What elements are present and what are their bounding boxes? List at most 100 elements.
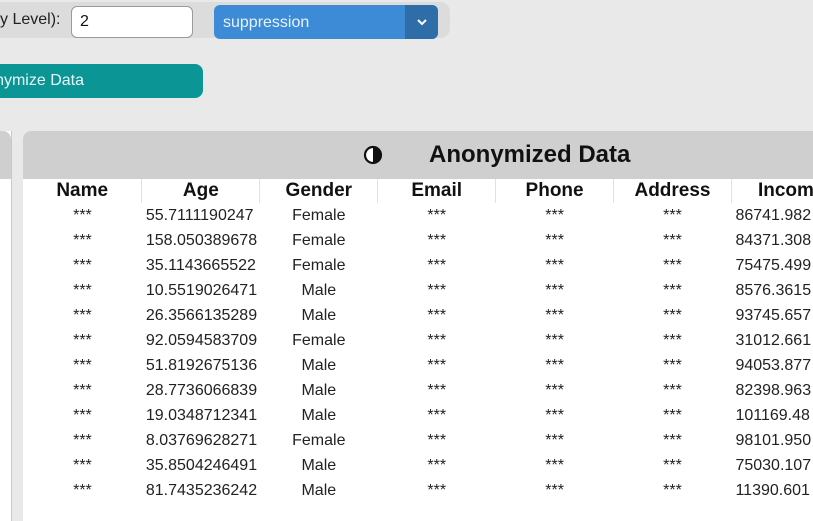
- column-header-phone[interactable]: Phone: [495, 179, 615, 203]
- phone-cell: ***: [545, 206, 564, 224]
- name-cell: ***: [73, 331, 92, 349]
- email-cell: ***: [427, 356, 447, 374]
- panel-title: Anonymized Data: [429, 141, 631, 168]
- name-cell: ***: [73, 306, 92, 324]
- gender-cell: Male: [301, 381, 337, 399]
- name-cell: ***: [73, 381, 92, 399]
- gender-cell: Male: [301, 456, 337, 474]
- column-header-age[interactable]: Age: [141, 179, 261, 203]
- column-header-address[interactable]: Address: [613, 179, 732, 203]
- table-row: *** 158.050389678 Female *** *** *** 843…: [23, 228, 813, 253]
- table-header-row: Name Age Gender Email Phone Address Inco…: [23, 179, 813, 203]
- gender-cell: Male: [301, 356, 337, 374]
- address-cell: ***: [663, 456, 682, 474]
- data-table-area: Name Age Gender Email Phone Address Inco…: [23, 179, 813, 503]
- table-row: *** 35.8504246491 Male *** *** *** 75030…: [23, 453, 813, 478]
- address-cell: ***: [663, 406, 682, 424]
- name-cell: ***: [73, 406, 92, 424]
- phone-cell: ***: [545, 256, 564, 274]
- gender-cell: Female: [292, 256, 346, 274]
- income-cell: 93745.657: [735, 306, 812, 324]
- chevron-down-icon[interactable]: [405, 5, 438, 39]
- name-cell: ***: [73, 206, 92, 224]
- table-row: *** 35.1143665522 Female *** *** *** 754…: [23, 253, 813, 278]
- name-cell: ***: [73, 281, 92, 299]
- age-cell: 55.7111190247: [145, 206, 254, 224]
- anonymize-data-button[interactable]: nymize Data: [0, 64, 203, 98]
- gender-cell: Female: [292, 206, 346, 224]
- panel-header: Anonymized Data: [23, 131, 813, 179]
- phone-cell: ***: [545, 481, 564, 499]
- name-cell: ***: [73, 256, 92, 274]
- age-cell: 35.1143665522: [145, 256, 256, 274]
- phone-cell: ***: [545, 381, 564, 399]
- income-cell: 84371.308: [735, 231, 812, 249]
- email-cell: ***: [427, 456, 447, 474]
- phone-cell: ***: [545, 306, 564, 324]
- address-cell: ***: [663, 356, 682, 374]
- phone-cell: ***: [545, 431, 564, 449]
- income-cell: 11390.601: [735, 481, 810, 499]
- income-cell: 86741.982: [735, 206, 812, 224]
- column-header-gender[interactable]: Gender: [259, 179, 379, 203]
- email-cell: ***: [427, 406, 447, 424]
- table-row: *** 55.7111190247 Female *** *** *** 867…: [23, 203, 813, 228]
- age-cell: 158.050389678: [145, 231, 258, 249]
- email-cell: ***: [427, 331, 447, 349]
- table-row: *** 92.0594583709 Female *** *** *** 310…: [23, 328, 813, 353]
- address-cell: ***: [663, 306, 682, 324]
- age-cell: 35.8504246491: [145, 456, 258, 474]
- anonymity-level-label: y Level):: [0, 11, 61, 28]
- name-cell: ***: [73, 431, 92, 449]
- address-cell: ***: [663, 331, 682, 349]
- anonymized-data-table: Name Age Gender Email Phone Address Inco…: [23, 179, 813, 503]
- table-row: *** 81.7435236242 Male *** *** *** 11390…: [23, 478, 813, 503]
- income-cell: 94053.877: [735, 356, 812, 374]
- table-row: *** 26.3566135289 Male *** *** *** 93745…: [23, 303, 813, 328]
- gender-cell: Male: [301, 281, 337, 299]
- gender-cell: Male: [301, 306, 337, 324]
- income-cell: 82398.963: [735, 381, 812, 399]
- address-cell: ***: [663, 231, 682, 249]
- name-cell: ***: [73, 231, 92, 249]
- income-cell: 101169.48: [735, 406, 810, 424]
- age-cell: 92.0594583709: [145, 331, 258, 349]
- table-row: *** 28.7736066839 Male *** *** *** 82398…: [23, 378, 813, 403]
- gender-cell: Female: [292, 231, 346, 249]
- phone-cell: ***: [545, 331, 564, 349]
- age-cell: 28.7736066839: [145, 381, 258, 399]
- gender-cell: Female: [292, 431, 346, 449]
- table-row: *** 8.03769628271 Female *** *** *** 981…: [23, 428, 813, 453]
- email-cell: ***: [427, 481, 447, 499]
- phone-cell: ***: [545, 406, 564, 424]
- method-select-value: suppression: [223, 14, 310, 31]
- email-cell: ***: [427, 431, 447, 449]
- email-cell: ***: [427, 206, 447, 224]
- name-cell: ***: [73, 356, 92, 374]
- income-cell: 75475.499: [735, 256, 812, 274]
- anonymity-level-input[interactable]: [71, 6, 193, 38]
- age-cell: 10.5519026471: [145, 281, 258, 299]
- income-cell: 98101.950: [735, 431, 812, 449]
- gender-cell: Male: [301, 481, 337, 499]
- column-header-income[interactable]: Incom: [731, 179, 813, 203]
- age-cell: 19.0348712341: [145, 406, 258, 424]
- column-header-email[interactable]: Email: [377, 179, 497, 203]
- address-cell: ***: [663, 431, 682, 449]
- phone-cell: ***: [545, 281, 564, 299]
- income-cell: 31012.661: [735, 331, 812, 349]
- column-header-name[interactable]: Name: [23, 179, 143, 203]
- income-cell: 8576.3615: [735, 281, 812, 299]
- age-cell: 26.3566135289: [145, 306, 258, 324]
- anonymize-data-button-label: nymize Data: [0, 72, 84, 89]
- age-cell: 8.03769628271: [145, 431, 258, 449]
- controls-bar: y Level): suppression: [0, 2, 450, 39]
- method-select[interactable]: suppression: [214, 5, 438, 39]
- table-row: *** 51.8192675136 Male *** *** *** 94053…: [23, 353, 813, 378]
- email-cell: ***: [427, 256, 447, 274]
- address-cell: ***: [663, 281, 682, 299]
- address-cell: ***: [663, 256, 682, 274]
- gender-cell: Male: [301, 406, 337, 424]
- table-row: *** 10.5519026471 Male *** *** *** 8576.…: [23, 278, 813, 303]
- email-cell: ***: [427, 231, 447, 249]
